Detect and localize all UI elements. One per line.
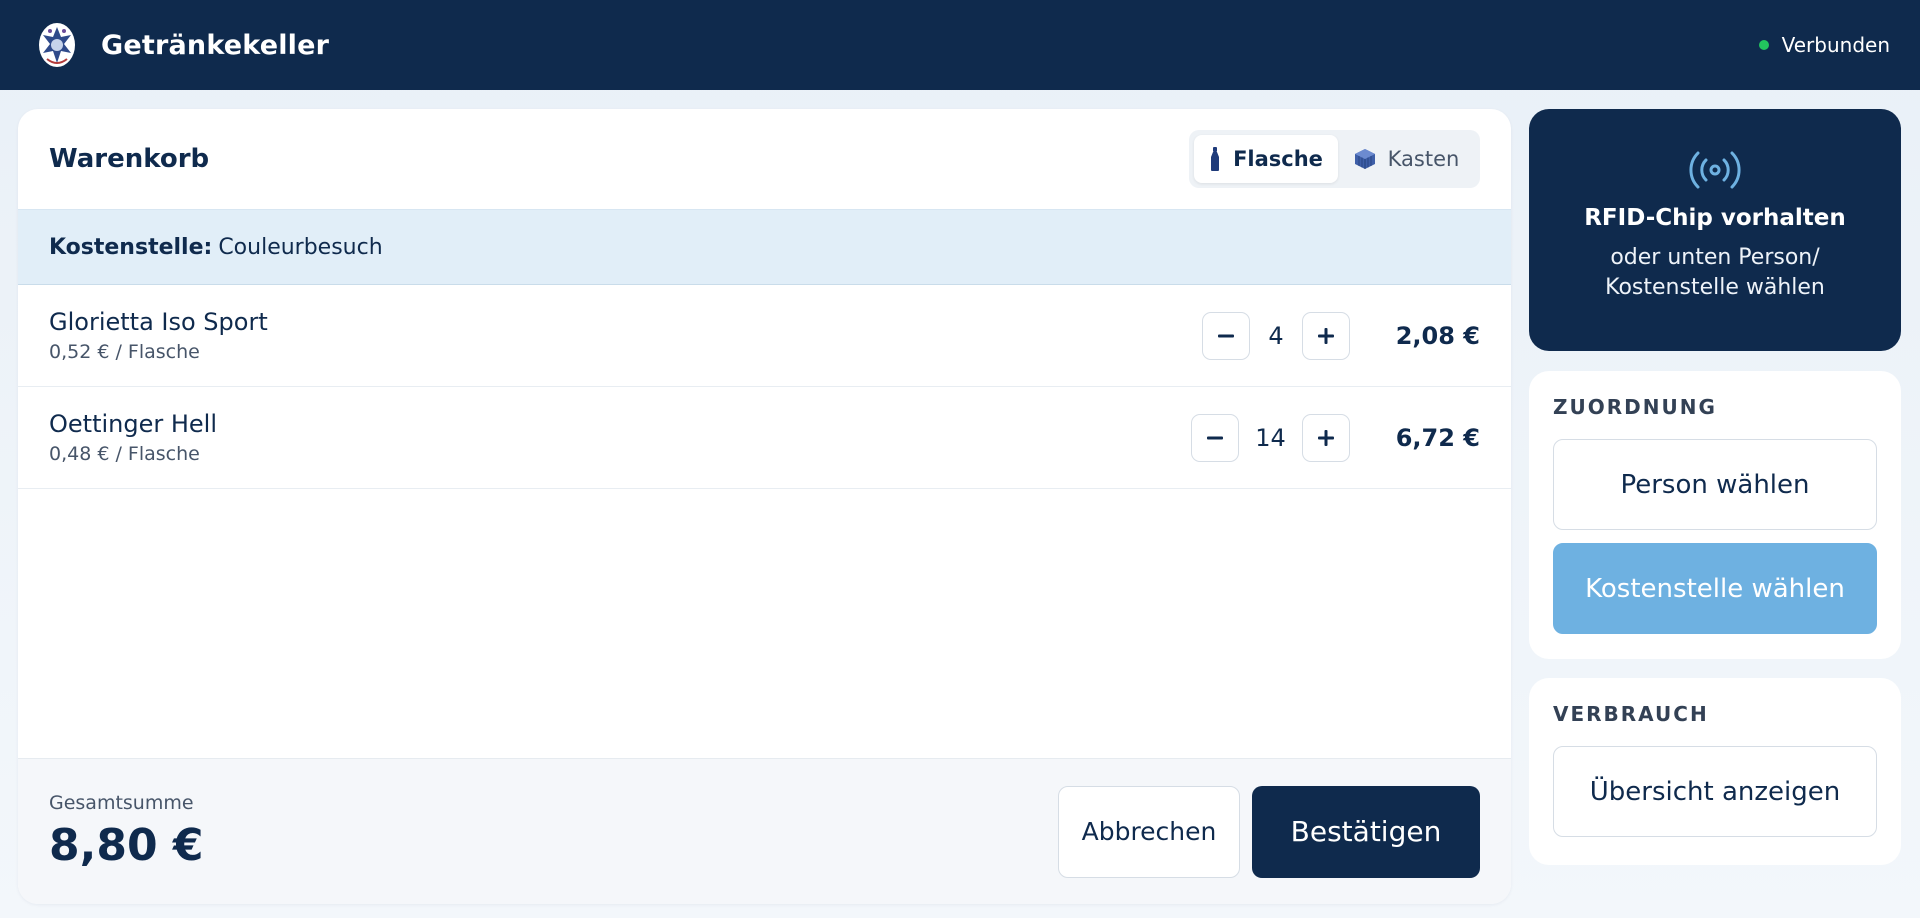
- app-title: Getränkekeller: [101, 29, 330, 61]
- cart-panel: Warenkorb Flasche Kasten Kostenstelle: C…: [18, 109, 1511, 904]
- cost-center-value: Couleurbesuch: [218, 234, 383, 260]
- total-summary: Gesamtsumme 8,80 €: [49, 792, 204, 871]
- crate-icon: [1354, 148, 1376, 170]
- minus-icon: [1218, 334, 1234, 337]
- assignment-card: ZUORDNUNG Person wählen Kostenstelle wäh…: [1529, 371, 1901, 659]
- item-quantity: 4: [1268, 321, 1284, 350]
- minus-icon: [1207, 436, 1223, 439]
- quantity-stepper: 14: [1191, 413, 1350, 462]
- decrement-button[interactable]: [1191, 413, 1239, 462]
- rfid-subtitle-line: Kostenstelle wählen: [1605, 275, 1825, 301]
- confirm-button[interactable]: Bestätigen: [1252, 785, 1480, 878]
- toggle-bottle-label: Flasche: [1233, 147, 1323, 171]
- select-cost-center-button[interactable]: Kostenstelle wählen: [1553, 543, 1877, 634]
- toggle-crate-label: Kasten: [1387, 147, 1460, 171]
- cart-title: Warenkorb: [49, 144, 210, 174]
- item-unit-price: 0,48 € / Flasche: [49, 442, 200, 465]
- rfid-subtitle-line: oder unten Person/: [1610, 245, 1820, 270]
- decrement-button[interactable]: [1202, 311, 1250, 360]
- cost-center-label: Kostenstelle:: [49, 234, 213, 260]
- cancel-button[interactable]: Abbrechen: [1058, 785, 1240, 878]
- item-total: 2,08 €: [1395, 321, 1480, 350]
- cart-item-row: Glorietta Iso Sport 0,52 € / Flasche 4 2…: [18, 285, 1511, 387]
- rfid-signal-icon: [1689, 151, 1741, 189]
- connection-status: Verbunden: [1758, 33, 1890, 57]
- rfid-prompt-card: RFID-Chip vorhalten oder unten Person/ K…: [1529, 109, 1901, 351]
- cart-header: Warenkorb Flasche Kasten: [18, 109, 1511, 209]
- total-value: 8,80 €: [49, 820, 204, 871]
- item-unit-price: 0,52 € / Flasche: [49, 340, 200, 363]
- total-label: Gesamtsumme: [49, 792, 194, 814]
- select-person-button[interactable]: Person wählen: [1553, 439, 1877, 530]
- cart-footer: Gesamtsumme 8,80 € Abbrechen Bestätigen: [18, 758, 1511, 904]
- increment-button[interactable]: [1302, 413, 1350, 462]
- consumption-title: VERBRAUCH: [1553, 702, 1709, 726]
- quantity-stepper: 4: [1202, 311, 1350, 360]
- bottle-icon: [1209, 147, 1221, 171]
- top-bar: Getränkekeller Verbunden: [0, 0, 1920, 90]
- toggle-crate[interactable]: Kasten: [1338, 135, 1475, 183]
- footer-actions: Abbrechen Bestätigen: [1058, 785, 1480, 878]
- logo-crest-icon: [37, 19, 77, 71]
- status-dot-icon: [1758, 40, 1769, 50]
- rfid-title: RFID-Chip vorhalten: [1584, 205, 1846, 231]
- cost-center-bar: Kostenstelle: Couleurbesuch: [18, 209, 1511, 285]
- item-name: Glorietta Iso Sport: [49, 308, 268, 337]
- plus-icon: [1318, 327, 1334, 344]
- assignment-title: ZUORDNUNG: [1553, 395, 1717, 419]
- item-quantity: 14: [1255, 423, 1286, 452]
- consumption-card: VERBRAUCH Übersicht anzeigen: [1529, 678, 1901, 865]
- plus-icon: [1318, 429, 1334, 446]
- show-overview-button[interactable]: Übersicht anzeigen: [1553, 746, 1877, 837]
- item-name: Oettinger Hell: [49, 410, 217, 439]
- item-info: Oettinger Hell 0,48 € / Flasche: [49, 410, 1191, 465]
- rfid-subtitle: oder unten Person/ Kostenstelle wählen: [1605, 243, 1825, 304]
- item-info: Glorietta Iso Sport 0,52 € / Flasche: [49, 308, 1202, 363]
- toggle-bottle[interactable]: Flasche: [1194, 135, 1338, 183]
- item-total: 6,72 €: [1395, 423, 1480, 452]
- unit-toggle: Flasche Kasten: [1189, 130, 1480, 188]
- status-label: Verbunden: [1781, 33, 1890, 57]
- increment-button[interactable]: [1302, 311, 1350, 360]
- cart-item-row: Oettinger Hell 0,48 € / Flasche 14 6,72 …: [18, 387, 1511, 489]
